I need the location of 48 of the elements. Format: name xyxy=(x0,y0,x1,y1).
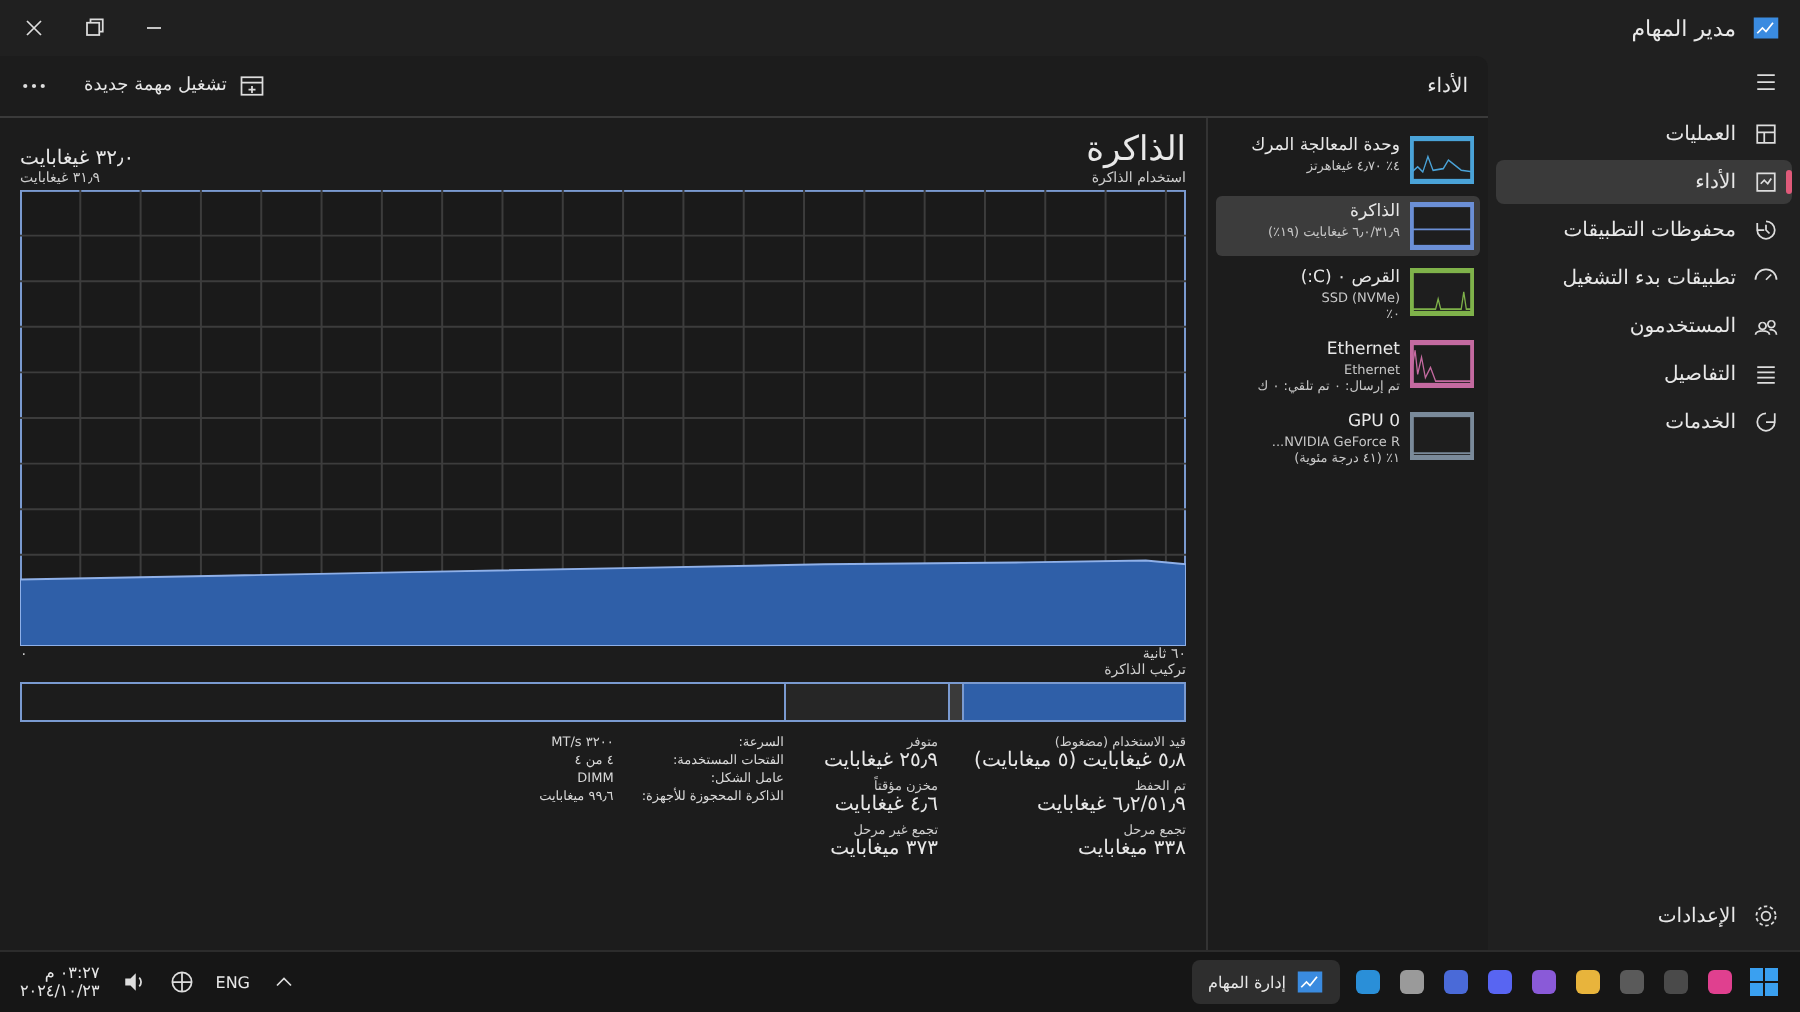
start-icon[interactable] xyxy=(1748,966,1780,998)
nav-item[interactable]: تطبيقات بدء التشغيل xyxy=(1496,256,1792,300)
nav-item[interactable]: العمليات xyxy=(1496,112,1792,156)
run-task-button[interactable]: تشغيل مهمة جديدة xyxy=(72,66,279,106)
stat-value: ٣٣٨ ميغابايت xyxy=(1076,838,1186,860)
taskbar-task-manager-button[interactable]: إدارة المهام xyxy=(1192,960,1340,1004)
nav-item[interactable]: الأداء xyxy=(1496,160,1792,204)
device-name: القرص ٠ (C:) xyxy=(1300,268,1400,291)
menu-icon[interactable] xyxy=(1752,68,1780,96)
task-manager-icon xyxy=(1296,968,1324,996)
nav-item[interactable]: التفاصيل xyxy=(1496,352,1792,396)
nav-item[interactable]: الخدمات xyxy=(1496,400,1792,444)
device-name: وحدة المعالجة المرك xyxy=(1251,136,1400,159)
stat-value: ٤٫٦ غيغابايت xyxy=(832,794,939,816)
language-indicator[interactable]: ENG xyxy=(215,973,251,991)
page-header: الأداء xyxy=(1427,75,1468,97)
nav-item[interactable]: المستخدمون xyxy=(1496,304,1792,348)
nav-item[interactable]: محفوظات التطبيقات xyxy=(1496,208,1792,252)
nav-icon xyxy=(1752,360,1780,388)
clock-time[interactable]: ٠٣:٢٧ م xyxy=(44,964,100,982)
nav-icon xyxy=(1752,168,1780,196)
taskbar-app-icon[interactable] xyxy=(1572,966,1604,998)
nav-icon xyxy=(1752,216,1780,244)
network-icon[interactable] xyxy=(167,968,196,996)
stat-value: ٢٥٫٩ غيغابايت xyxy=(823,750,939,772)
device-name: الذاكرة xyxy=(1348,202,1400,225)
stat-value: ٥٫٨ غيغابايت (٥ ميغابايت) xyxy=(974,750,1186,772)
capacity-label: ٣٢٫٠ غيغابايت xyxy=(20,148,135,170)
taskbar-app-icon[interactable] xyxy=(1528,966,1560,998)
taskbar-app-icon[interactable] xyxy=(1396,966,1428,998)
taskbar-app-icon[interactable] xyxy=(1352,966,1384,998)
clock-date[interactable]: ٢٠٢٤/١٠/٢٣ xyxy=(20,982,100,1000)
speaker-icon[interactable] xyxy=(119,968,148,996)
window-title: مدير المهام xyxy=(1631,15,1736,41)
memory-title: الذاكرة xyxy=(1086,130,1186,170)
nav-icon xyxy=(1752,408,1780,436)
nav-icon xyxy=(1752,120,1780,148)
stat-value: ٦٫٢/٥١٫٩ غيغابايت xyxy=(1035,794,1186,816)
app-icon xyxy=(1752,14,1780,42)
taskbar-app-icon[interactable] xyxy=(1484,966,1516,998)
taskbar-app-icon[interactable] xyxy=(1704,966,1736,998)
task-icon xyxy=(238,72,267,100)
settings-item[interactable]: الإعدادات xyxy=(1496,894,1792,938)
device-name: Ethernet xyxy=(1324,340,1400,363)
restore-icon[interactable] xyxy=(80,14,108,42)
settings-icon xyxy=(1752,902,1780,930)
device-name: GPU 0 xyxy=(1345,412,1400,435)
stat-value: ٣٧٣ ميغابايت xyxy=(828,838,939,860)
